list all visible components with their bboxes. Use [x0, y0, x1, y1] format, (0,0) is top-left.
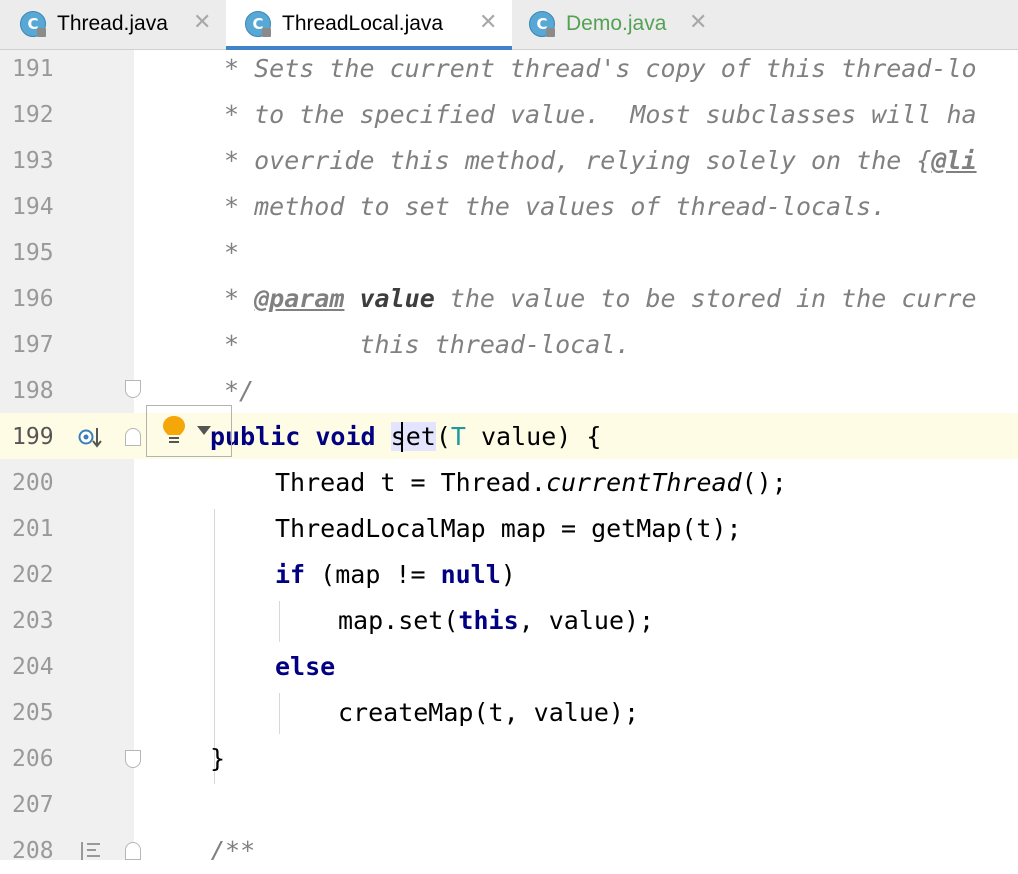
line-number: 196: [12, 286, 54, 312]
line-number: 195: [12, 240, 54, 266]
code-line-206: }: [210, 744, 226, 773]
line-number: 206: [12, 746, 54, 772]
line-number: 191: [12, 56, 54, 82]
code-line-191: * Sets the current thread's copy of this…: [224, 54, 977, 83]
line-number: 208: [12, 838, 54, 864]
class-icon: C: [245, 11, 271, 37]
indent-guide: [279, 693, 280, 734]
code-line-194: * method to set the values of thread-loc…: [224, 192, 887, 221]
dropdown-arrow-icon[interactable]: [196, 424, 212, 436]
line-number: 205: [12, 700, 54, 726]
code-line-192: * to the specified value. Most subclasse…: [224, 100, 977, 129]
line-number: 192: [12, 102, 54, 128]
code-line-195: *: [224, 238, 240, 267]
tab-thread-java[interactable]: C Thread.java ✕: [0, 0, 226, 50]
tab-label: Demo.java: [566, 12, 667, 35]
line-number: 207: [12, 792, 54, 818]
class-icon: C: [20, 11, 46, 37]
implementation-icon[interactable]: [78, 426, 104, 450]
code-line-201: ThreadLocalMap map = getMap(t);: [275, 514, 742, 543]
gutter: 191 192 193 194 195 196 197 198 199 200 …: [0, 50, 141, 864]
code-line-200: Thread t = Thread.currentThread();: [275, 468, 787, 497]
intention-bulb-icon[interactable]: [160, 414, 188, 448]
code-editor[interactable]: * Sets the current thread's copy of this…: [134, 50, 1018, 860]
code-line-193: * override this method, relying solely o…: [224, 146, 977, 175]
line-number: 202: [12, 562, 54, 588]
code-line-204: else: [275, 652, 336, 681]
code-line-199: public void set(T value) {: [210, 422, 602, 451]
close-icon[interactable]: ✕: [193, 9, 211, 35]
code-line-197: * this thread-local.: [224, 330, 631, 359]
line-number: 194: [12, 194, 54, 220]
close-icon[interactable]: ✕: [479, 9, 497, 35]
line-number: 203: [12, 608, 54, 634]
tab-demo-java[interactable]: C Demo.java ✕: [512, 0, 722, 50]
editor-tab-bar: C Thread.java ✕ C ThreadLocal.java ✕ C D…: [0, 0, 1018, 50]
text-caret: [401, 422, 403, 452]
line-number: 200: [12, 470, 54, 496]
class-icon: C: [529, 11, 555, 37]
code-line-208: /**: [210, 836, 256, 860]
line-number: 193: [12, 148, 54, 174]
code-line-198: */: [224, 376, 255, 405]
line-number: 204: [12, 654, 54, 680]
tab-threadlocal-java[interactable]: C ThreadLocal.java ✕: [226, 0, 512, 50]
code-line-196: * @param value the value to be stored in…: [224, 284, 977, 313]
overrides-icon[interactable]: [80, 840, 102, 860]
line-number: 201: [12, 516, 54, 542]
line-number: 198: [12, 378, 54, 404]
line-number: 199: [12, 424, 54, 450]
tab-label: Thread.java: [57, 12, 168, 35]
indent-guide: [279, 601, 280, 642]
code-line-202: if (map != null): [275, 560, 516, 589]
tab-label: ThreadLocal.java: [282, 12, 444, 35]
line-number: 197: [12, 332, 54, 358]
code-line-205: createMap(t, value);: [338, 698, 640, 727]
code-line-203: map.set(this, value);: [338, 606, 655, 635]
intention-actions-popup[interactable]: [146, 405, 232, 457]
close-icon[interactable]: ✕: [689, 9, 707, 35]
